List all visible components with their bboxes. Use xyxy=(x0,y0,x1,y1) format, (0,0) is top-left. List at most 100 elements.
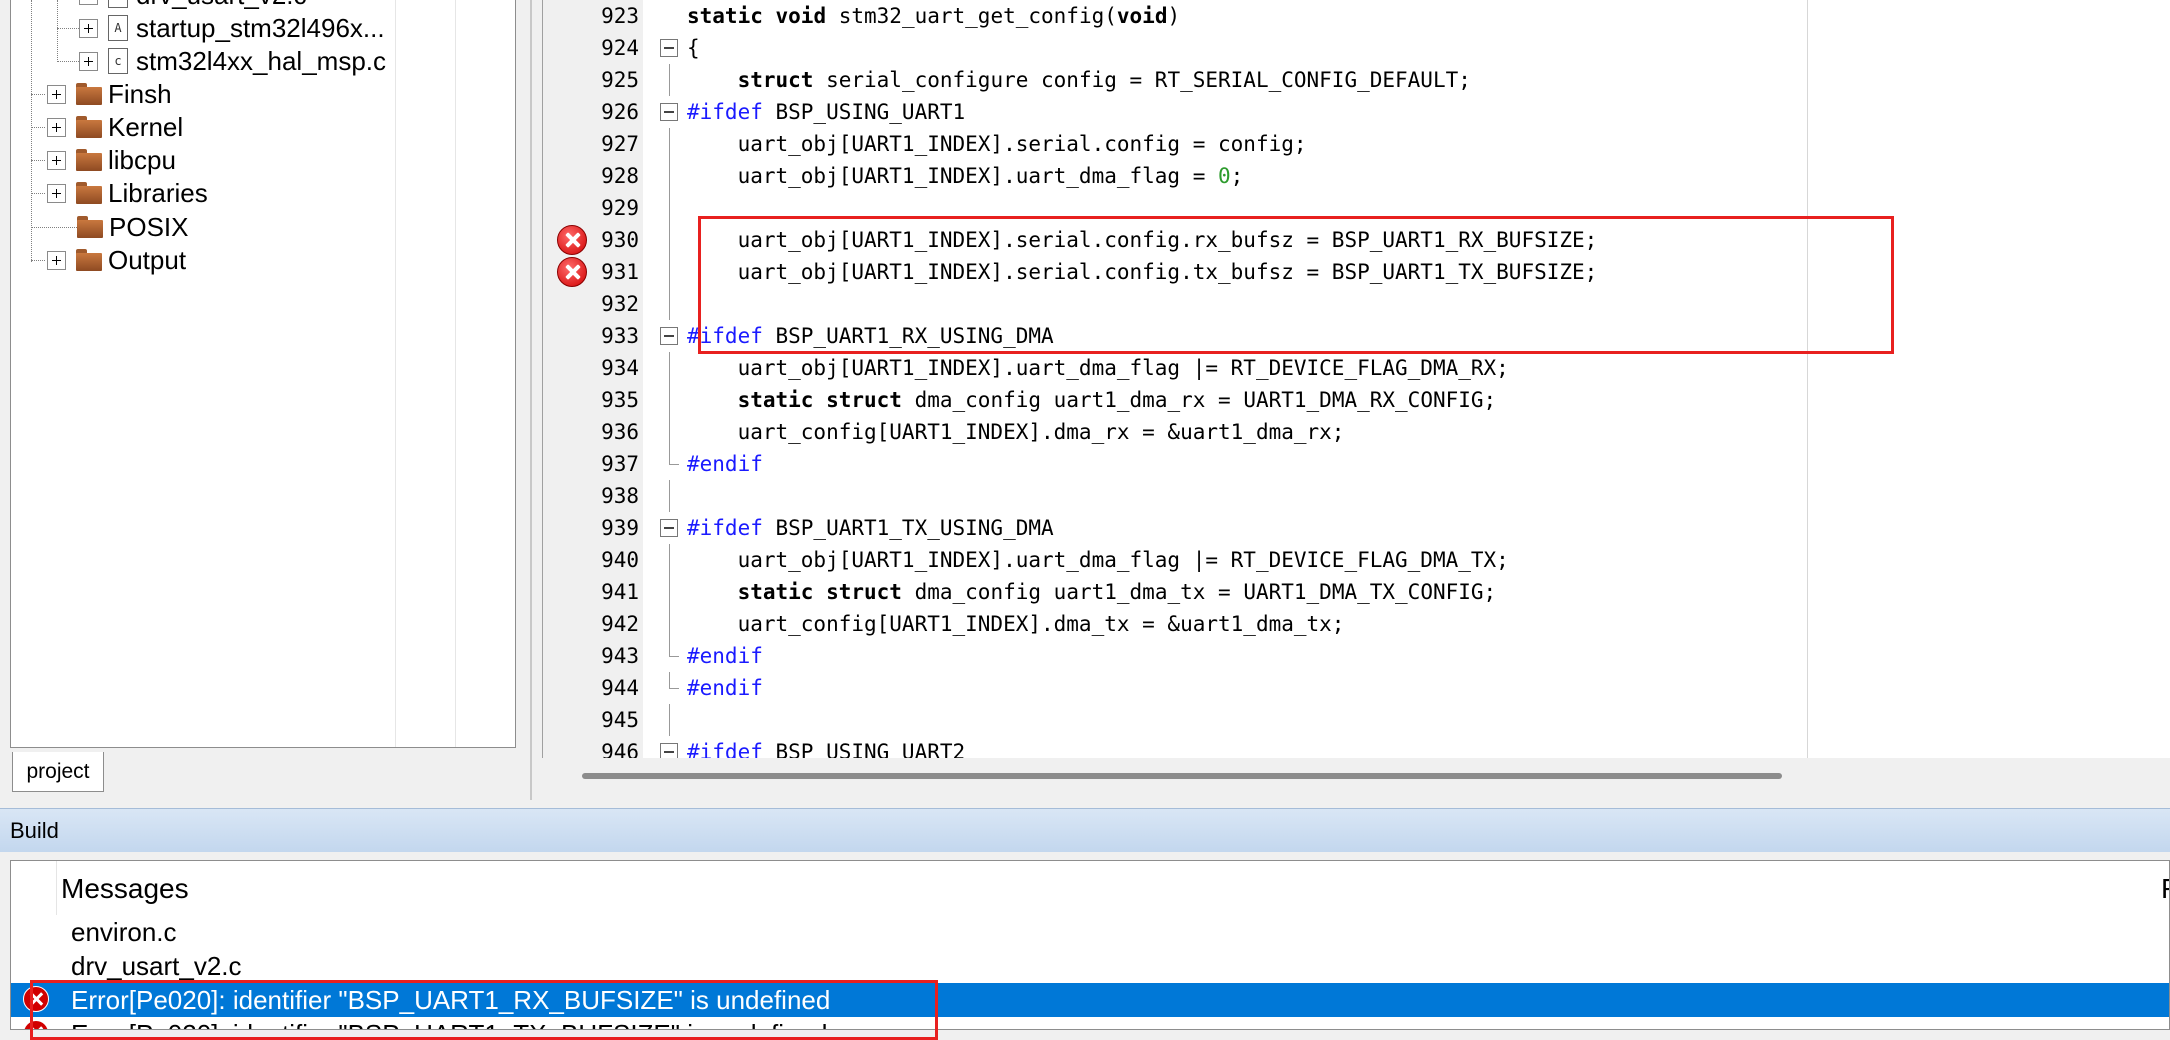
code-line[interactable]: 943 #endif xyxy=(543,640,2170,672)
line-number: 943 xyxy=(601,644,639,668)
code-text: struct serial_configure config = RT_SERI… xyxy=(737,68,1471,92)
code-line[interactable]: 944 #endif xyxy=(543,672,2170,704)
expand-icon[interactable] xyxy=(47,183,66,203)
code-line[interactable]: 942 uart_config[UART1_INDEX].dma_tx = &u… xyxy=(543,608,2170,640)
code-line[interactable]: 937 #endif xyxy=(543,448,2170,480)
tree-item-posix[interactable]: POSIX xyxy=(77,210,188,244)
fold-collapse-icon[interactable] xyxy=(660,39,678,57)
expand-icon[interactable] xyxy=(47,117,66,137)
horizontal-scrollbar[interactable] xyxy=(542,760,2170,796)
tree-item-startup[interactable]: A startup_stm32l496x... xyxy=(79,11,385,45)
fold-end-marker xyxy=(669,672,679,689)
tree-item-finsh[interactable]: Finsh xyxy=(47,77,172,111)
tree-connector xyxy=(57,0,58,62)
tree-item-label: libcpu xyxy=(108,144,176,175)
fold-guide-line xyxy=(669,128,670,160)
code-line[interactable]: 932 xyxy=(543,288,2170,320)
message-row-selected[interactable]: Error[Pe020]: identifier "BSP_UART1_RX_B… xyxy=(11,983,2169,1017)
tree-item-label: Libraries xyxy=(108,177,208,208)
fold-guide-line xyxy=(669,288,670,320)
line-number: 928 xyxy=(601,164,639,188)
fold-guide-line xyxy=(669,352,670,384)
code-line[interactable]: 939 #ifdef BSP_UART1_TX_USING_DMA xyxy=(543,512,2170,544)
line-number: 938 xyxy=(601,484,639,508)
tree-item-output[interactable]: Output xyxy=(47,243,186,277)
folder-icon xyxy=(76,83,102,105)
code-line[interactable]: 934 uart_obj[UART1_INDEX].uart_dma_flag … xyxy=(543,352,2170,384)
tree-item-kernel[interactable]: Kernel xyxy=(47,110,183,144)
code-line[interactable]: 936 uart_config[UART1_INDEX].dma_rx = &u… xyxy=(543,416,2170,448)
code-text: uart_obj[UART1_INDEX].serial.config = co… xyxy=(687,132,1307,156)
fold-guide-line xyxy=(669,64,670,96)
fold-collapse-icon[interactable] xyxy=(660,743,678,758)
code-text: #ifdef BSP_UART1_TX_USING_DMA xyxy=(687,516,1054,540)
tree-connector xyxy=(31,260,45,261)
tree-column-divider xyxy=(395,0,396,747)
folder-icon xyxy=(77,216,103,238)
tree-item-hal-msp[interactable]: c stm32l4xx_hal_msp.c xyxy=(79,44,386,78)
tree-connector xyxy=(31,160,45,161)
fold-guide-line xyxy=(669,704,670,736)
fold-guide-line xyxy=(669,224,670,256)
folder-icon xyxy=(76,249,102,271)
code-line[interactable]: 941 static struct dma_config uart1_dma_t… xyxy=(543,576,2170,608)
code-line[interactable]: 940 uart_obj[UART1_INDEX].uart_dma_flag … xyxy=(543,544,2170,576)
code-editor[interactable]: 923 static void stm32_uart_get_config(voi… xyxy=(542,0,2170,758)
code-text: uart_config[UART1_INDEX].dma_tx = &uart1… xyxy=(687,612,1345,636)
code-line[interactable]: 930 uart_obj[UART1_INDEX].serial.config.… xyxy=(543,224,2170,256)
message-row[interactable]: environ.c xyxy=(11,915,2169,949)
tab-project[interactable]: project xyxy=(12,752,104,792)
message-text: drv_usart_v2.c xyxy=(71,951,242,981)
fold-guide-line xyxy=(669,256,670,288)
code-line[interactable]: 938 xyxy=(543,480,2170,512)
tree-item-label: POSIX xyxy=(109,211,189,242)
messages-column-header[interactable]: Messages xyxy=(61,873,189,905)
line-number: 935 xyxy=(601,388,639,412)
line-number: 940 xyxy=(601,548,639,572)
code-line[interactable]: 926 #ifdef BSP_USING_UART1 xyxy=(543,96,2170,128)
line-number: 939 xyxy=(601,516,639,540)
fold-guide-line xyxy=(669,544,670,576)
message-row[interactable]: Error[Pe020]: identifier "BSP_UART1_TX_B… xyxy=(11,1017,2169,1029)
file-column-header[interactable]: F xyxy=(2161,873,2169,905)
tree-connector xyxy=(57,28,79,29)
code-line[interactable]: 935 static struct dma_config uart1_dma_r… xyxy=(543,384,2170,416)
line-number: 933 xyxy=(601,324,639,348)
tree-item-libcpu[interactable]: libcpu xyxy=(47,143,176,177)
code-line[interactable]: 928 uart_obj[UART1_INDEX].uart_dma_flag … xyxy=(543,160,2170,192)
expand-icon[interactable] xyxy=(47,250,66,270)
line-number: 923 xyxy=(601,4,639,28)
code-line[interactable]: 929 xyxy=(543,192,2170,224)
message-text: environ.c xyxy=(71,917,177,947)
expand-icon[interactable] xyxy=(79,51,98,71)
project-tree: c drv_usart_v2.c A startup_stm32l496x...… xyxy=(10,0,516,748)
code-line[interactable]: 924 { xyxy=(543,32,2170,64)
fold-collapse-icon[interactable] xyxy=(660,519,678,537)
fold-collapse-icon[interactable] xyxy=(660,103,678,121)
line-number: 945 xyxy=(601,708,639,732)
fold-collapse-icon[interactable] xyxy=(660,327,678,345)
line-number: 932 xyxy=(601,292,639,316)
code-line[interactable]: 933 #ifdef BSP_UART1_RX_USING_DMA xyxy=(543,320,2170,352)
code-text: static struct dma_config uart1_dma_rx = … xyxy=(737,388,1497,412)
tree-connector xyxy=(57,61,79,62)
code-line[interactable]: 923 static void stm32_uart_get_config(voi… xyxy=(543,0,2170,32)
expand-icon[interactable] xyxy=(47,150,66,170)
tree-connector xyxy=(31,193,45,194)
expand-icon[interactable] xyxy=(79,0,98,5)
tree-item-libraries[interactable]: Libraries xyxy=(47,176,208,210)
line-number: 925 xyxy=(601,68,639,92)
expand-icon[interactable] xyxy=(47,84,66,104)
code-line[interactable]: 945 xyxy=(543,704,2170,736)
code-line[interactable]: 927 uart_obj[UART1_INDEX].serial.config … xyxy=(543,128,2170,160)
message-row[interactable]: drv_usart_v2.c xyxy=(11,949,2169,983)
code-text: { xyxy=(687,36,700,60)
code-line[interactable]: 946 #ifdef BSP_USING_UART2 xyxy=(543,736,2170,758)
messages-list[interactable]: Messages F environ.c drv_usart_v2.c Erro… xyxy=(10,860,2170,1030)
code-line[interactable]: 925 struct serial_configure config = RT_… xyxy=(543,64,2170,96)
code-line[interactable]: 931 uart_obj[UART1_INDEX].serial.config.… xyxy=(543,256,2170,288)
expand-icon[interactable] xyxy=(79,18,98,38)
asm-file-icon: A xyxy=(108,15,128,41)
scrollbar-thumb[interactable] xyxy=(582,773,1782,779)
line-number: 936 xyxy=(601,420,639,444)
